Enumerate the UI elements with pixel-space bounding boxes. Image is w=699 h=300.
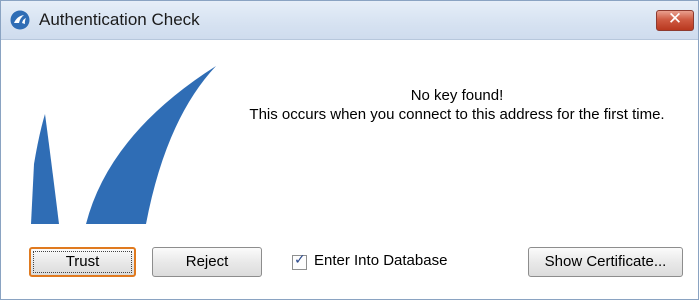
message-line-2: This occurs when you connect to this add… — [249, 106, 665, 123]
trust-button[interactable]: Trust — [29, 247, 136, 277]
authentication-dialog: Authentication Check ✕ No key found! Thi… — [0, 0, 699, 300]
trust-button-label: Trust — [33, 251, 132, 273]
checkmark-icon: ✓ — [294, 252, 306, 268]
close-button[interactable]: ✕ — [656, 9, 694, 31]
message-line-1: No key found! — [410, 87, 504, 104]
show-certificate-button[interactable]: Show Certificate... — [528, 247, 683, 277]
close-icon: ✕ — [667, 9, 683, 29]
enter-into-database-checkbox[interactable]: ✓ — [292, 252, 307, 270]
reject-button[interactable]: Reject — [152, 247, 262, 277]
title-bar[interactable]: Authentication Check ✕ — [1, 1, 698, 40]
dialog-body: No key found! This occurs when you conne… — [1, 40, 698, 299]
enter-into-database-label[interactable]: Enter Into Database — [314, 252, 447, 269]
app-logo-icon — [10, 10, 30, 30]
message-text: No key found! This occurs when you conne… — [227, 86, 687, 124]
window-title: Authentication Check — [39, 10, 200, 29]
shark-fin-logo — [31, 66, 216, 224]
